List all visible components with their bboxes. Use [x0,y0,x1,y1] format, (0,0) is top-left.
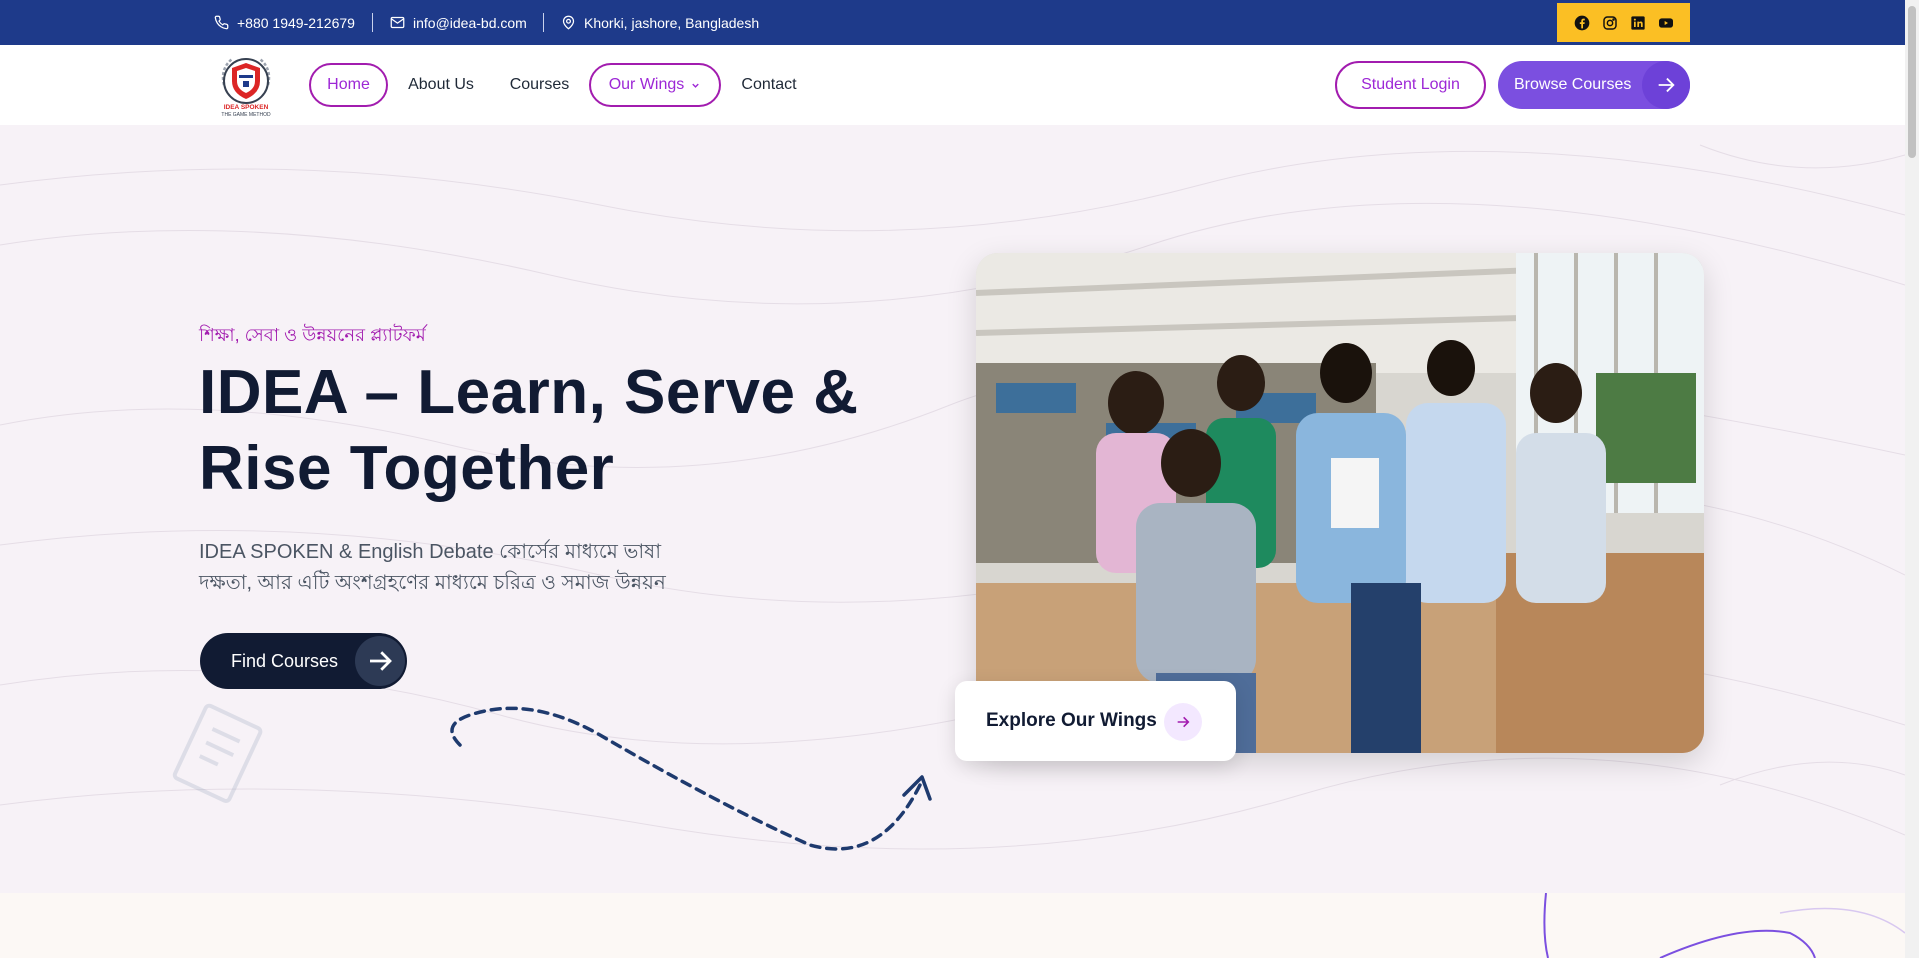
explore-wings-card[interactable]: Explore Our Wings [955,681,1236,761]
facebook-icon[interactable] [1574,15,1590,31]
nav-about-us[interactable]: About Us [403,63,479,107]
address-contact[interactable]: Khorki, jashore, Bangladesh [561,0,759,45]
youtube-icon[interactable] [1658,15,1674,31]
next-section [0,893,1905,958]
explore-wings-label: Explore Our Wings [986,710,1157,731]
headline-line-2: Rise Together [199,434,615,503]
book-decoration-icon [172,703,263,803]
decorative-curves [1543,893,1905,958]
arrow-right-icon [1642,61,1690,109]
student-login-label: Student Login [1361,76,1460,93]
phone-contact[interactable]: +880 1949-212679 [214,0,355,45]
address-text: Khorki, jashore, Bangladesh [584,14,760,31]
nav-courses-label: Courses [509,76,570,93]
headline-line-1: IDEA – Learn, Serve & [199,358,859,427]
divider [372,13,373,32]
main-navbar: IDEA SPOKEN THE GAME METHOD Home About U… [0,45,1905,125]
nav-about-us-label: About Us [408,76,474,93]
email-contact[interactable]: info@idea-bd.com [390,0,527,45]
social-links [1557,3,1690,42]
nav-home-label: Home [327,76,370,93]
nav-contact-label: Contact [741,76,797,93]
logo-subtext: THE GAME METHOD [221,112,271,118]
nav-home[interactable]: Home [309,63,388,107]
browse-courses-button[interactable]: Browse Courses [1498,61,1690,109]
logo-text: IDEA SPOKEN [224,104,269,111]
divider [543,13,544,32]
description-line-1: IDEA SPOKEN & English Debate কোর্সের মাধ… [199,541,662,563]
nav-contact[interactable]: Contact [737,63,801,107]
site-logo[interactable]: IDEA SPOKEN THE GAME METHOD [214,51,278,118]
email-address: info@idea-bd.com [413,14,527,31]
hero-section: শিক্ষা, সেবা ও উন্নয়নের প্ল্যাটফর্ম IDE… [0,125,1905,893]
hero-students-image [976,253,1704,753]
location-pin-icon [562,15,575,30]
browse-courses-label: Browse Courses [1514,76,1632,93]
nav-courses[interactable]: Courses [505,63,574,107]
top-bar: +880 1949-212679 info@idea-bd.com Khorki… [0,0,1905,45]
chevron-down-icon [692,83,700,88]
arrow-right-icon [355,636,405,686]
dashed-arrow-decoration [450,706,932,851]
phone-number: +880 1949-212679 [237,14,355,31]
find-courses-label: Find Courses [231,650,339,671]
hero-tagline: শিক্ষা, সেবা ও উন্নয়নের প্ল্যাটফর্ম [199,325,426,345]
description-line-2: দক্ষতা, আর এটি অংশগ্রহণের মাধ্যমে চরিত্র… [199,572,666,594]
nav-our-wings[interactable]: Our Wings [589,63,721,107]
linkedin-icon[interactable] [1630,15,1646,31]
arrow-right-icon [1164,703,1202,741]
instagram-icon[interactable] [1602,15,1618,31]
phone-icon [214,15,229,30]
nav-our-wings-label: Our Wings [608,76,685,93]
scrollbar-thumb[interactable] [1908,6,1916,158]
hero-description: IDEA SPOKEN & English Debate কোর্সের মাধ… [199,537,719,599]
hero-headline: IDEA – Learn, Serve & Rise Together [199,355,879,507]
student-login-button[interactable]: Student Login [1335,61,1486,109]
mail-icon [390,16,405,29]
page-scrollbar[interactable] [1905,0,1919,958]
find-courses-button[interactable]: Find Courses [200,633,407,689]
